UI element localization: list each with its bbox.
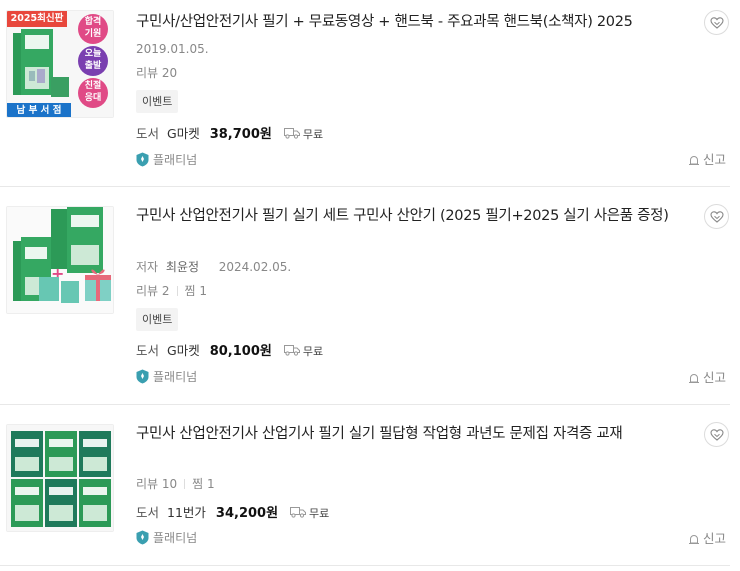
store-name[interactable]: G마켓 (167, 343, 200, 358)
publish-date: 2024.02.05. (218, 260, 292, 274)
siren-icon (689, 535, 699, 544)
seller-grade: 플래티넘 (136, 368, 197, 386)
author-label: 저자 (136, 260, 159, 274)
review-count[interactable]: 리뷰 10 (136, 477, 177, 491)
seller-grade: 플래티넘 (136, 151, 197, 169)
shipping-info: 무료 (302, 128, 324, 141)
wishlist-button[interactable] (704, 204, 729, 229)
product-thumbnail[interactable] (6, 424, 114, 532)
author-name[interactable]: 최윤정 (166, 260, 199, 274)
truck-icon (283, 128, 300, 139)
publish-date: 2019.01.05. (136, 42, 209, 56)
platinum-badge-icon (136, 369, 149, 384)
product-title[interactable]: 구민사 산업안전기사 산업기사 필기 실기 필답형 작업형 과년도 문제집 자격… (136, 423, 681, 446)
product-price[interactable]: 38,700원 (210, 127, 272, 142)
siren-icon (689, 374, 699, 383)
zzim-count: 찜 1 (184, 284, 208, 298)
product-title[interactable]: 구민사 산업안전기사 필기 실기 세트 구민사 산안기 (2025 필기+202… (136, 205, 696, 228)
heart-icon (710, 17, 724, 29)
wishlist-button[interactable] (704, 10, 729, 35)
product-price[interactable]: 80,100원 (210, 344, 272, 359)
cover-circle-text-2: 오늘 출발 (84, 49, 102, 71)
heart-icon (710, 211, 724, 223)
product-author-row: 저자 최윤정 2024.02.05. (136, 258, 291, 276)
product-title[interactable]: 구민사/산업안전기사 필기 + 무료동영상 + 핸드북 - 주요과목 핸드북(소… (136, 11, 696, 34)
report-button[interactable]: 신고 (688, 151, 726, 169)
book-set-image: + (7, 207, 113, 313)
review-count[interactable]: 리뷰 20 (136, 66, 177, 80)
price-row: 도서 G마켓 38,700원 무료 (136, 124, 323, 144)
shipping-info: 무료 (302, 345, 324, 358)
event-tag: 이벤트 (136, 308, 179, 331)
item-divider (0, 565, 730, 566)
report-label: 신고 (703, 370, 727, 385)
cover-top-badge: 2025최신판 (10, 13, 64, 24)
category-label: 도서 (136, 126, 160, 141)
category-label: 도서 (136, 343, 160, 358)
product-date-row: 2019.01.05. (136, 40, 209, 58)
truck-icon (290, 507, 307, 518)
item-divider (0, 186, 730, 187)
product-thumbnail[interactable]: + (6, 206, 114, 314)
grade-label: 플래티넘 (153, 153, 198, 167)
product-review-row: 리뷰 2 찜 1 (136, 282, 207, 300)
review-count[interactable]: 리뷰 2 (136, 284, 170, 298)
seller-grade: 플래티넘 (136, 529, 197, 547)
heart-icon (710, 429, 724, 441)
price-row: 도서 11번가 34,200원 무료 (136, 503, 329, 523)
cover-circle-text-1: 합격 기원 (84, 17, 102, 39)
wishlist-button[interactable] (704, 422, 729, 447)
product-review-row: 리뷰 20 (136, 64, 177, 82)
shipping-info: 무료 (309, 507, 330, 520)
report-button[interactable]: 신고 (688, 530, 726, 548)
book-bundle-image (7, 425, 113, 531)
product-thumbnail[interactable]: 2025최신판 합격 기원 오늘 출발 친절 응대 남 부 서 점 (6, 10, 114, 118)
event-tag: 이벤트 (136, 90, 179, 113)
platinum-badge-icon (136, 152, 149, 167)
cover-circle-text-3: 친절 응대 (84, 81, 102, 103)
product-price[interactable]: 34,200원 (216, 506, 278, 521)
report-label: 신고 (703, 152, 727, 167)
siren-icon (689, 156, 699, 165)
zzim-count: 찜 1 (192, 477, 215, 491)
truck-icon (283, 345, 300, 356)
report-button[interactable]: 신고 (688, 369, 726, 387)
product-review-row: 리뷰 10 찜 1 (136, 475, 215, 493)
price-row: 도서 G마켓 80,100원 무료 (136, 341, 323, 361)
grade-label: 플래티넘 (153, 370, 198, 384)
item-divider (0, 404, 730, 405)
cover-bottom-banner: 남 부 서 점 (16, 105, 62, 116)
grade-label: 플래티넘 (153, 531, 198, 545)
store-name[interactable]: 11번가 (167, 505, 206, 520)
store-name[interactable]: G마켓 (167, 126, 200, 141)
category-label: 도서 (136, 505, 160, 520)
platinum-badge-icon (136, 530, 149, 545)
report-label: 신고 (703, 531, 727, 546)
